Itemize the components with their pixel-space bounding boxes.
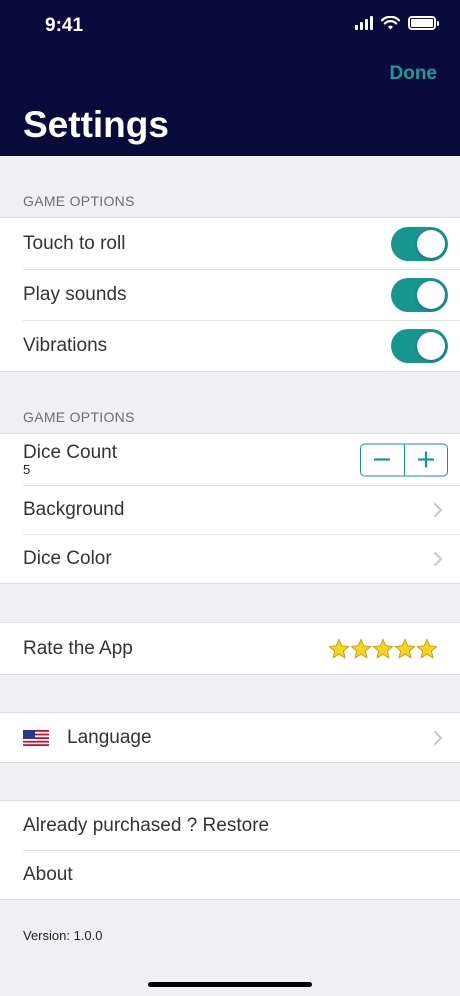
restore-row[interactable]: Already purchased ? Restore	[0, 801, 460, 850]
vibrations-toggle[interactable]	[391, 328, 448, 363]
touch-to-roll-toggle[interactable]	[391, 226, 448, 261]
dice-count-row: Dice Count 5	[0, 434, 460, 485]
battery-icon	[408, 16, 439, 30]
language-row[interactable]: Language	[0, 713, 460, 762]
touch-to-roll-label: Touch to roll	[23, 232, 126, 254]
decrement-button[interactable]	[361, 444, 404, 475]
star-icon	[328, 637, 350, 659]
chevron-right-icon	[428, 500, 448, 520]
rate-the-app-label: Rate the App	[23, 637, 133, 659]
game-options-toggles-group: Touch to roll Play sounds Vibrations	[0, 217, 460, 372]
restore-label: Already purchased ? Restore	[23, 814, 270, 836]
rate-the-app-row[interactable]: Rate the App	[0, 623, 460, 674]
version-text: Version: 1.0.0	[23, 928, 103, 943]
wifi-icon	[381, 16, 400, 30]
star-icon	[372, 637, 394, 659]
done-button[interactable]: Done	[390, 63, 438, 85]
star-icon	[394, 637, 416, 659]
page-title: Settings	[23, 104, 169, 145]
increment-button[interactable]	[403, 444, 448, 475]
background-label: Background	[23, 498, 125, 520]
chevron-right-icon	[428, 549, 448, 569]
dice-count-label: Dice Count	[23, 441, 117, 463]
status-icons	[355, 16, 439, 30]
game-options-settings-group: Dice Count 5 Background Dice Color	[0, 433, 460, 584]
play-sounds-row: Play sounds	[0, 269, 460, 320]
language-group: Language	[0, 712, 460, 763]
star-rating[interactable]	[328, 637, 438, 660]
play-sounds-label: Play sounds	[23, 283, 127, 305]
vibrations-row: Vibrations	[0, 320, 460, 371]
dice-count-stepper[interactable]	[360, 443, 448, 476]
language-label: Language	[67, 726, 152, 748]
signal-icon	[355, 16, 373, 30]
section-header-game-options: GAME OPTIONS	[23, 193, 135, 209]
vibrations-label: Vibrations	[23, 334, 108, 356]
background-row[interactable]: Background	[0, 485, 460, 534]
minus-icon	[374, 458, 391, 461]
about-row[interactable]: About	[0, 850, 460, 899]
chevron-right-icon	[428, 728, 448, 748]
star-icon	[416, 637, 438, 659]
touch-to-roll-row: Touch to roll	[0, 218, 460, 269]
about-label: About	[23, 863, 73, 885]
section-header-game-options-2: GAME OPTIONS	[23, 409, 135, 425]
dice-count-value: 5	[23, 461, 31, 477]
star-icon	[350, 637, 372, 659]
navigation-header: 9:41 Done Settings	[0, 0, 460, 156]
status-time: 9:41	[45, 15, 84, 36]
dice-color-row[interactable]: Dice Color	[0, 534, 460, 583]
home-indicator[interactable]	[148, 982, 312, 987]
dice-color-label: Dice Color	[23, 547, 112, 569]
misc-group: Already purchased ? Restore About	[0, 800, 460, 900]
plus-icon	[417, 451, 434, 468]
rate-group: Rate the App	[0, 622, 460, 675]
us-flag-icon	[23, 729, 49, 746]
play-sounds-toggle[interactable]	[391, 277, 448, 312]
